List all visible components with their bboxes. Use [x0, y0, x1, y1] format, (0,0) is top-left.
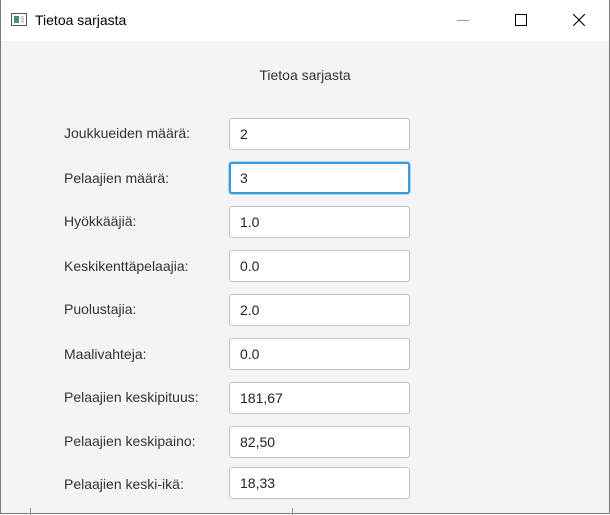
midfielders-label: Keskikenttäpelaajia: [64, 258, 189, 274]
teams-count-field[interactable] [229, 118, 410, 150]
app-window-icon [11, 13, 27, 26]
players-count-field[interactable] [229, 162, 410, 194]
maximize-button[interactable] [491, 0, 549, 41]
window-title: Tietoa sarjasta [35, 12, 127, 28]
forwards-label: Hyökkääjiä: [64, 213, 137, 229]
goalkeepers-label: Maalivahteja: [64, 346, 147, 362]
defenders-label: Puolustajia: [64, 301, 137, 317]
avg-height-label: Pelaajien keskipituus: [64, 389, 199, 405]
goalkeepers-field[interactable] [229, 338, 410, 370]
minimize-icon [457, 20, 469, 21]
close-icon [573, 14, 585, 26]
midfielders-field[interactable] [229, 250, 410, 282]
app-window: Tietoa sarjasta Tietoa sarjasta Joukkuei… [0, 0, 610, 514]
avg-height-field[interactable] [229, 382, 410, 414]
players-count-label: Pelaajien määrä: [64, 170, 170, 186]
page-title: Tietoa sarjasta [259, 67, 351, 83]
close-button[interactable] [550, 0, 608, 41]
defenders-field[interactable] [229, 294, 410, 326]
maximize-icon [515, 14, 527, 26]
divider [30, 508, 31, 515]
title-bar[interactable]: Tietoa sarjasta [1, 0, 609, 41]
forwards-field[interactable] [229, 206, 410, 238]
avg-weight-label: Pelaajien keskipaino: [64, 433, 196, 449]
avg-weight-field[interactable] [229, 426, 410, 458]
divider [292, 508, 293, 515]
minimize-button[interactable] [433, 0, 491, 41]
avg-age-field[interactable] [229, 467, 410, 499]
teams-count-label: Joukkueiden määrä: [64, 125, 191, 141]
avg-age-label: Pelaajien keski-ikä: [64, 476, 184, 492]
